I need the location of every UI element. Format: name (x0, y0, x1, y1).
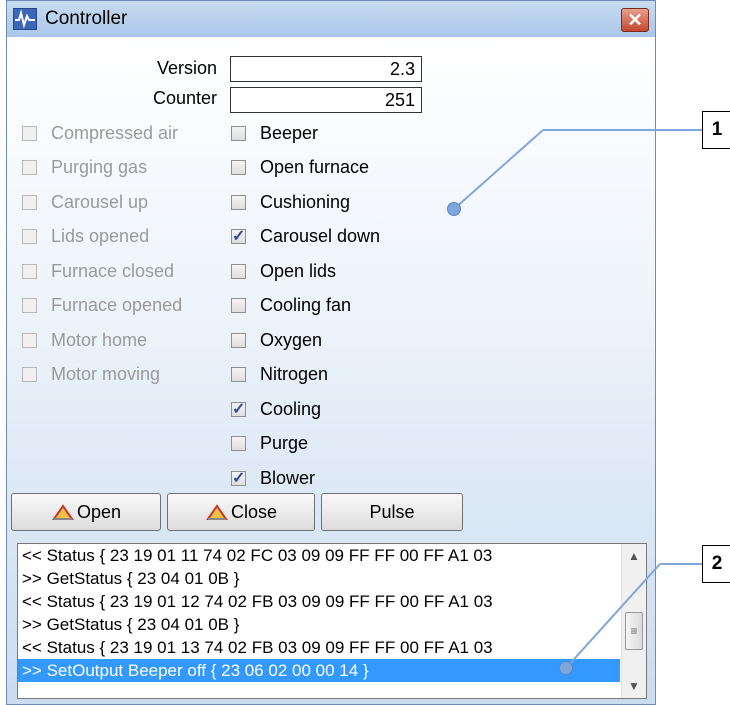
checkbox-row[interactable]: Cooling (231, 395, 321, 423)
checkbox-row[interactable]: Cushioning (231, 188, 350, 216)
log-line[interactable]: >> GetStatus { 23 04 01 0B } (18, 567, 620, 590)
window-title: Controller (45, 8, 128, 29)
checkbox-row: Furnace opened (22, 292, 182, 320)
scroll-up-icon[interactable]: ▲ (622, 544, 646, 568)
checkbox[interactable] (231, 160, 246, 175)
checkbox-label: Purge (260, 433, 309, 453)
callout-2-anchor (559, 661, 573, 675)
checkbox-row[interactable]: Beeper (231, 119, 318, 147)
checkbox (22, 263, 37, 279)
callout-1-anchor (447, 202, 461, 216)
valve-open-icon (52, 504, 74, 520)
checkbox (22, 367, 37, 382)
checkbox[interactable] (231, 125, 246, 141)
controller-window: Controller ✕ Version 2.3 Counter 251 Com… (6, 0, 656, 705)
checkbox (22, 194, 37, 210)
checkbox-row[interactable]: Blower (231, 464, 315, 492)
checkbox-row[interactable]: Nitrogen (231, 361, 328, 389)
checkbox-label: Cushioning (260, 191, 351, 212)
pulse-app-icon (13, 8, 37, 30)
checkbox-label: Furnace opened (51, 295, 183, 315)
checkbox-row[interactable]: Open furnace (231, 154, 369, 182)
checkbox-row[interactable]: Purge (231, 430, 308, 458)
callout-1-label: 1 (702, 111, 730, 149)
version-field: 2.3 (230, 56, 422, 82)
checkbox-label: Compressed air (51, 122, 179, 143)
log-line[interactable]: << Status { 23 19 01 13 74 02 FB 03 09 0… (18, 636, 620, 659)
checkbox-label: Beeper (260, 122, 319, 143)
checkbox-row: Lids opened (22, 223, 149, 251)
checkbox[interactable] (231, 436, 246, 451)
checkbox-label: Motor home (51, 329, 148, 350)
checkbox-row: Furnace closed (22, 257, 174, 285)
checkbox (22, 125, 37, 141)
checkbox[interactable] (231, 263, 246, 279)
checkbox[interactable] (231, 332, 246, 348)
checkbox (22, 298, 37, 313)
checkbox-row[interactable]: Cooling fan (231, 292, 351, 320)
close-valve-button[interactable]: Close (167, 493, 315, 531)
version-label: Version (156, 58, 217, 78)
close-button-label: Close (230, 501, 278, 522)
checkbox (22, 332, 37, 348)
checkbox-label: Oxygen (260, 329, 323, 350)
checkbox-label: Blower (260, 467, 316, 488)
checkbox-label: Open furnace (260, 157, 370, 177)
title-bar[interactable]: Controller ✕ (7, 1, 655, 38)
controller-content: Version 2.3 Counter 251 Compressed air Pu… (7, 37, 655, 704)
counter-field: 251 (230, 87, 422, 113)
open-button[interactable]: Open (11, 493, 161, 531)
scroll-thumb[interactable]: ≡ (625, 612, 643, 650)
checkbox-label: Carousel up (51, 191, 149, 212)
checkbox-row: Purging gas (22, 154, 147, 182)
checkbox-row: Motor home (22, 326, 147, 354)
checkbox-label: Open lids (260, 260, 337, 281)
open-button-label: Open (76, 501, 122, 522)
checkbox-row[interactable]: Oxygen (231, 326, 322, 354)
log-line[interactable]: >> GetStatus { 23 04 01 0B } (18, 613, 620, 636)
checkbox[interactable] (231, 226, 246, 246)
checkbox (22, 229, 37, 244)
scroll-down-icon[interactable]: ▼ (622, 674, 646, 698)
checkbox-label: Furnace closed (51, 260, 175, 281)
valve-close-icon (206, 504, 228, 520)
checkbox-label: Nitrogen (260, 364, 329, 384)
checkbox-row[interactable]: Carousel down (231, 223, 380, 251)
communication-log[interactable]: << Status { 23 19 01 11 74 02 FC 03 09 0… (17, 543, 647, 699)
callout-2-label: 2 (702, 545, 730, 583)
checkbox[interactable] (231, 367, 246, 382)
checkbox[interactable] (231, 194, 246, 210)
checkbox-row[interactable]: Open lids (231, 257, 336, 285)
pulse-button-label: Pulse (369, 501, 415, 522)
log-line[interactable]: << Status { 23 19 01 12 74 02 FB 03 09 0… (18, 590, 620, 613)
checkbox (22, 160, 37, 175)
checkbox-label: Motor moving (51, 364, 161, 384)
checkbox-label: Cooling (260, 398, 322, 419)
pulse-button[interactable]: Pulse (321, 493, 463, 531)
checkbox-label: Carousel down (260, 226, 381, 246)
log-line[interactable]: << Status { 23 19 01 11 74 02 FC 03 09 0… (18, 544, 620, 567)
log-scrollbar[interactable]: ▲ ≡ ▼ (621, 544, 646, 698)
checkbox-row: Compressed air (22, 119, 178, 147)
counter-label: Counter (152, 88, 217, 108)
checkbox[interactable] (231, 468, 246, 488)
close-button[interactable]: ✕ (621, 8, 649, 32)
log-line[interactable]: >> SetOutput Beeper off { 23 06 02 00 00… (18, 659, 620, 682)
checkbox[interactable] (231, 298, 246, 313)
checkbox-label: Purging gas (51, 157, 148, 177)
checkbox-label: Cooling fan (260, 295, 352, 315)
checkbox-row: Motor moving (22, 361, 160, 389)
checkbox-row: Carousel up (22, 188, 148, 216)
checkbox[interactable] (231, 399, 246, 419)
checkbox-label: Lids opened (51, 226, 150, 246)
log-lines: << Status { 23 19 01 11 74 02 FC 03 09 0… (18, 544, 646, 682)
